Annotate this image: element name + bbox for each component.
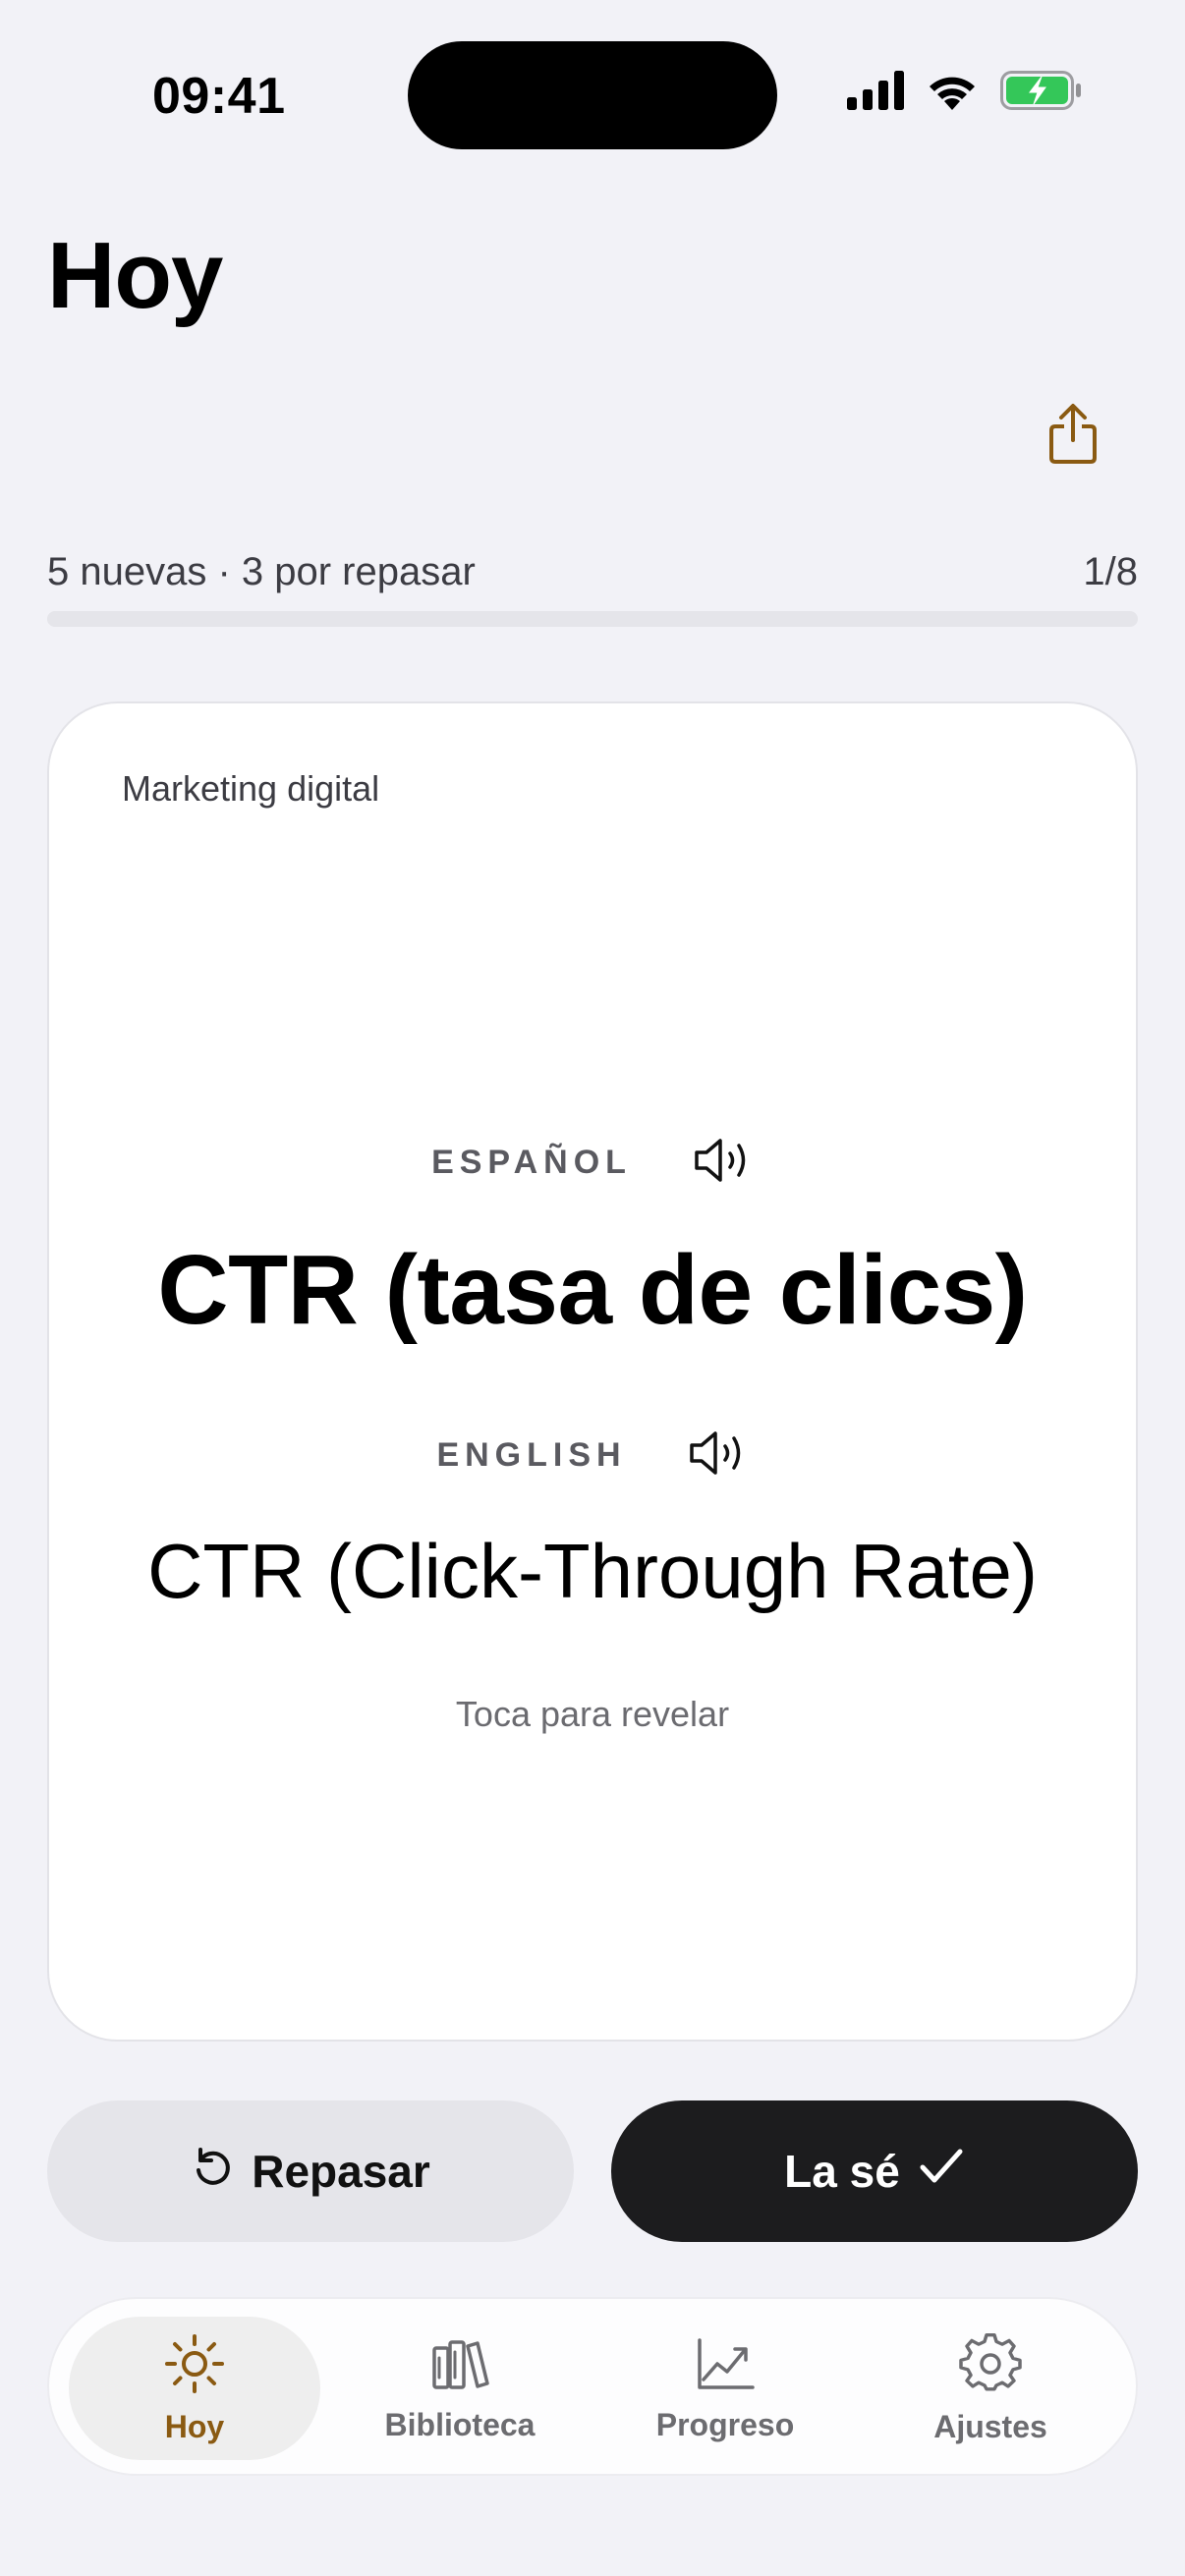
progress-bar — [47, 611, 1138, 627]
speaker-icon — [693, 1136, 754, 1190]
chart-line-icon — [694, 2334, 757, 2401]
speaker-source-button[interactable] — [693, 1136, 754, 1190]
target-term: CTR (Click-Through Rate) — [147, 1528, 1038, 1614]
deck-name: Marketing digital — [122, 768, 380, 809]
tab-hoy[interactable]: Hoy — [69, 2317, 320, 2460]
screen: 09:41 Hoy 5 nuevas · 3 por repasar 1/8 M… — [0, 0, 1185, 2576]
review-label: Repasar — [252, 2146, 430, 2197]
tab-biblioteca[interactable]: Biblioteca — [334, 2317, 586, 2460]
target-language-label: ENGLISH — [436, 1436, 627, 1474]
tab-label: Biblioteca — [384, 2406, 536, 2442]
tab-ajustes[interactable]: Ajustes — [865, 2317, 1116, 2460]
sun-icon — [163, 2332, 226, 2403]
progress-summary: 5 nuevas · 3 por repasar — [47, 550, 476, 593]
reveal-hint: Toca para revelar — [455, 1694, 730, 1734]
books-icon — [428, 2334, 491, 2401]
battery-charging-icon — [1000, 71, 1083, 115]
status-icons — [847, 71, 1083, 115]
progress-count: 1/8 — [1083, 550, 1138, 593]
source-language-row: ESPAÑOL — [49, 1136, 1136, 1190]
tab-progreso[interactable]: Progreso — [599, 2317, 851, 2460]
tab-bar: Hoy Biblioteca Progreso Ajustes — [47, 2297, 1138, 2476]
checkmark-icon — [918, 2145, 965, 2199]
target-language-row: ENGLISH — [49, 1428, 1136, 1483]
source-language-label: ESPAÑOL — [431, 1144, 632, 1181]
gear-icon — [959, 2332, 1022, 2403]
rotate-ccw-icon — [191, 2145, 234, 2199]
flashcard[interactable]: Marketing digital ESPAÑOL CTR (tasa de c… — [47, 701, 1138, 2042]
know-button[interactable]: La sé — [611, 2100, 1138, 2242]
wifi-icon — [926, 71, 979, 115]
share-icon — [1047, 403, 1099, 471]
tab-label: Ajustes — [933, 2408, 1047, 2444]
status-time: 09:41 — [152, 68, 286, 125]
cellular-signal-icon — [847, 71, 904, 115]
tab-label: Hoy — [164, 2408, 225, 2444]
source-term: CTR (tasa de clics) — [157, 1235, 1028, 1345]
page-title: Hoy — [47, 223, 223, 328]
tab-label: Progreso — [655, 2406, 795, 2442]
share-button[interactable] — [1042, 399, 1104, 474]
know-label: La sé — [784, 2146, 900, 2197]
speaker-target-button[interactable] — [688, 1428, 749, 1483]
dynamic-island — [408, 41, 777, 149]
progress-fill — [47, 611, 184, 627]
speaker-icon — [688, 1428, 749, 1483]
review-button[interactable]: Repasar — [47, 2100, 574, 2242]
